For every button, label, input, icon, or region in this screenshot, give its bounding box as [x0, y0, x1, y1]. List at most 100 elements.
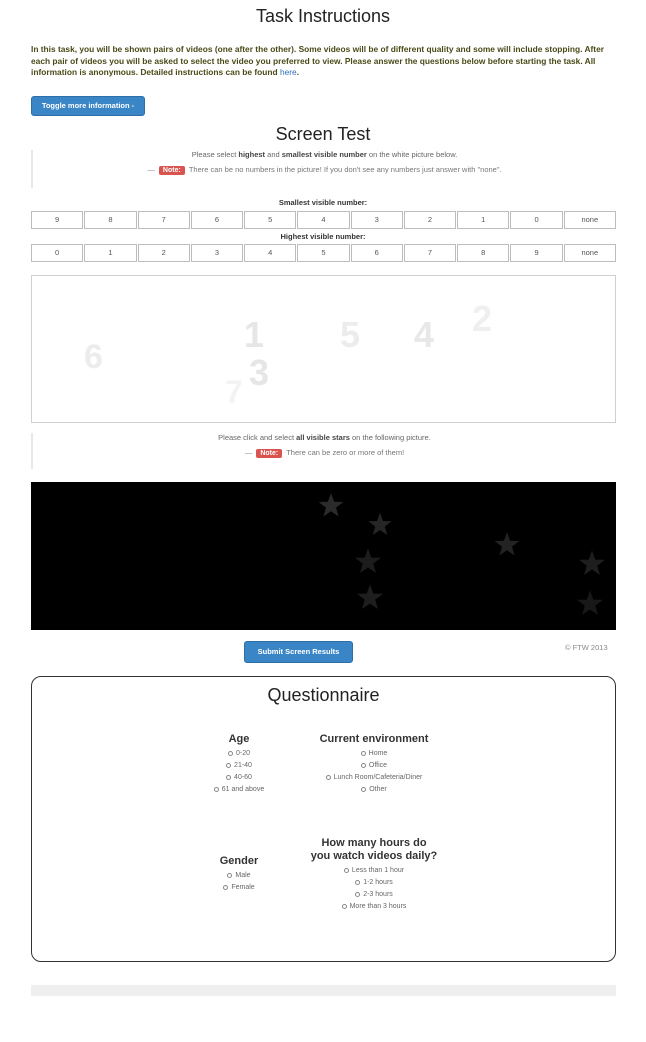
- submit-screen-results-button[interactable]: Submit Screen Results: [244, 641, 353, 663]
- age-label: Age: [228, 733, 250, 745]
- highest-option[interactable]: 5: [297, 244, 350, 262]
- stars-note: — Note: There can be zero or more of them!: [33, 448, 616, 458]
- star-icon[interactable]: [494, 532, 520, 556]
- hours-label: How many hours do you watch videos daily…: [310, 837, 438, 862]
- note-badge: Note:: [256, 449, 283, 458]
- highest-number-label: Highest visible number:: [280, 232, 366, 241]
- age-option[interactable]: 0-20: [184, 748, 294, 760]
- stars-instruction-block: Please click and select all visible star…: [31, 433, 616, 469]
- faint-number-7: 7: [225, 374, 243, 410]
- smallest-number-selector: 9 8 7 6 5 4 3 2 1 0 none: [31, 211, 616, 229]
- faint-number-1: 1: [244, 314, 265, 355]
- hours-option[interactable]: More than 3 hours: [294, 901, 454, 913]
- radio-button-icon[interactable]: [341, 903, 347, 909]
- star-icon[interactable]: [576, 590, 604, 616]
- numbers-instruction: Please select highest and smallest visib…: [191, 150, 458, 159]
- radio-button-icon[interactable]: [355, 879, 361, 885]
- radio-button-icon[interactable]: [213, 786, 219, 792]
- highest-option[interactable]: 6: [350, 244, 403, 262]
- radio-button-icon[interactable]: [227, 872, 233, 878]
- star-icon[interactable]: [578, 550, 606, 576]
- hours-option[interactable]: 1-2 hours: [294, 877, 454, 889]
- star-icon[interactable]: [356, 584, 384, 610]
- intro-text: In this task, you will be shown pairs of…: [31, 44, 616, 79]
- radio-button-icon[interactable]: [226, 774, 232, 780]
- environment-label: Current environment: [319, 733, 429, 745]
- smallest-option[interactable]: 3: [350, 211, 403, 229]
- highest-option[interactable]: 7: [403, 244, 457, 262]
- radio-button-icon[interactable]: [227, 750, 233, 756]
- hours-option[interactable]: 2-3 hours: [294, 889, 454, 901]
- smallest-option[interactable]: 7: [137, 211, 190, 229]
- gender-option[interactable]: Female: [184, 882, 294, 894]
- radio-button-icon[interactable]: [325, 774, 331, 780]
- faint-number-5: 5: [340, 314, 361, 355]
- faint-number-4: 4: [414, 314, 435, 355]
- smallest-option[interactable]: 4: [297, 211, 350, 229]
- highest-option[interactable]: 8: [457, 244, 510, 262]
- dash-icon: —: [244, 448, 253, 457]
- star-icon[interactable]: [368, 512, 392, 535]
- radio-button-icon[interactable]: [355, 891, 361, 897]
- highest-option[interactable]: none: [563, 244, 616, 262]
- environment-option[interactable]: Home: [294, 748, 454, 760]
- toggle-info-button[interactable]: Toggle more information -: [31, 96, 145, 116]
- stars-instruction: Please click and select all visible star…: [218, 433, 431, 442]
- smallest-option[interactable]: 1: [457, 211, 510, 229]
- intro-body: In this task, you will be shown pairs of…: [31, 44, 604, 78]
- star-icon[interactable]: [318, 493, 344, 517]
- radio-button-icon[interactable]: [226, 762, 232, 768]
- gender-label: Gender: [219, 855, 259, 867]
- environment-option[interactable]: Lunch Room/Cafeteria/Diner: [294, 772, 454, 784]
- smallest-option[interactable]: 5: [244, 211, 297, 229]
- environment-option[interactable]: Other: [294, 784, 454, 796]
- age-option[interactable]: 21-40: [184, 760, 294, 772]
- smallest-option[interactable]: 6: [190, 211, 244, 229]
- hours-option[interactable]: Less than 1 hour: [294, 865, 454, 877]
- highest-option[interactable]: 9: [510, 244, 563, 262]
- highest-option[interactable]: 1: [84, 244, 137, 262]
- star-field: [318, 493, 606, 616]
- numbers-note: — Note: There can be no numbers in the pic…: [33, 165, 616, 175]
- highest-number-selector: 0 1 2 3 4 5 6 7 8 9 none: [31, 244, 616, 262]
- gender-option[interactable]: Male: [184, 870, 294, 882]
- intro-end: .: [296, 67, 300, 78]
- radio-button-icon[interactable]: [361, 786, 367, 792]
- white-number-picture[interactable]: 6 1 3 7 5 4 2: [31, 275, 616, 423]
- note-badge: Note:: [158, 166, 185, 175]
- age-option[interactable]: 40-60: [184, 772, 294, 784]
- black-star-picture[interactable]: [31, 482, 616, 630]
- smallest-option[interactable]: 0: [510, 211, 563, 229]
- copyright: © FTW 2013: [565, 643, 608, 652]
- environment-group: Current environment Home Office Lunch Room…: [294, 733, 454, 796]
- numbers-instruction-block: Please select highest and smallest visib…: [31, 150, 616, 188]
- environment-option[interactable]: Office: [294, 760, 454, 772]
- age-group: Age 0-20 21-40 40-60 61 and above: [184, 733, 294, 796]
- questionnaire-panel: Questionnaire Age 0-20 21-40 40-60 61 and a…: [31, 676, 616, 962]
- highest-option[interactable]: 0: [31, 244, 84, 262]
- highest-option[interactable]: 2: [137, 244, 190, 262]
- smallest-option[interactable]: 2: [403, 211, 457, 229]
- highest-option[interactable]: 4: [244, 244, 297, 262]
- faint-number-6: 6: [84, 338, 103, 376]
- faint-number-3: 3: [249, 352, 270, 393]
- stars-note-text: There can be zero or more of them!: [286, 448, 405, 457]
- instructions-link[interactable]: here: [280, 67, 297, 77]
- radio-button-icon[interactable]: [343, 867, 349, 873]
- smallest-option[interactable]: none: [563, 211, 616, 229]
- numbers-note-text: There can be no numbers in the picture! …: [188, 165, 502, 174]
- age-option[interactable]: 61 and above: [184, 784, 294, 796]
- radio-button-icon[interactable]: [223, 884, 229, 890]
- faint-number-2: 2: [472, 298, 493, 339]
- smallest-option[interactable]: 8: [84, 211, 137, 229]
- highest-option[interactable]: 3: [190, 244, 244, 262]
- star-icon[interactable]: [354, 548, 382, 574]
- footer-bar: [31, 985, 616, 996]
- radio-button-icon[interactable]: [360, 750, 366, 756]
- screen-test-title: Screen Test: [275, 124, 371, 144]
- page-title: Task Instructions: [255, 6, 391, 26]
- smallest-number-label: Smallest visible number:: [278, 198, 368, 207]
- radio-button-icon[interactable]: [360, 762, 366, 768]
- gender-group: Gender Male Female: [184, 855, 294, 894]
- smallest-option[interactable]: 9: [31, 211, 84, 229]
